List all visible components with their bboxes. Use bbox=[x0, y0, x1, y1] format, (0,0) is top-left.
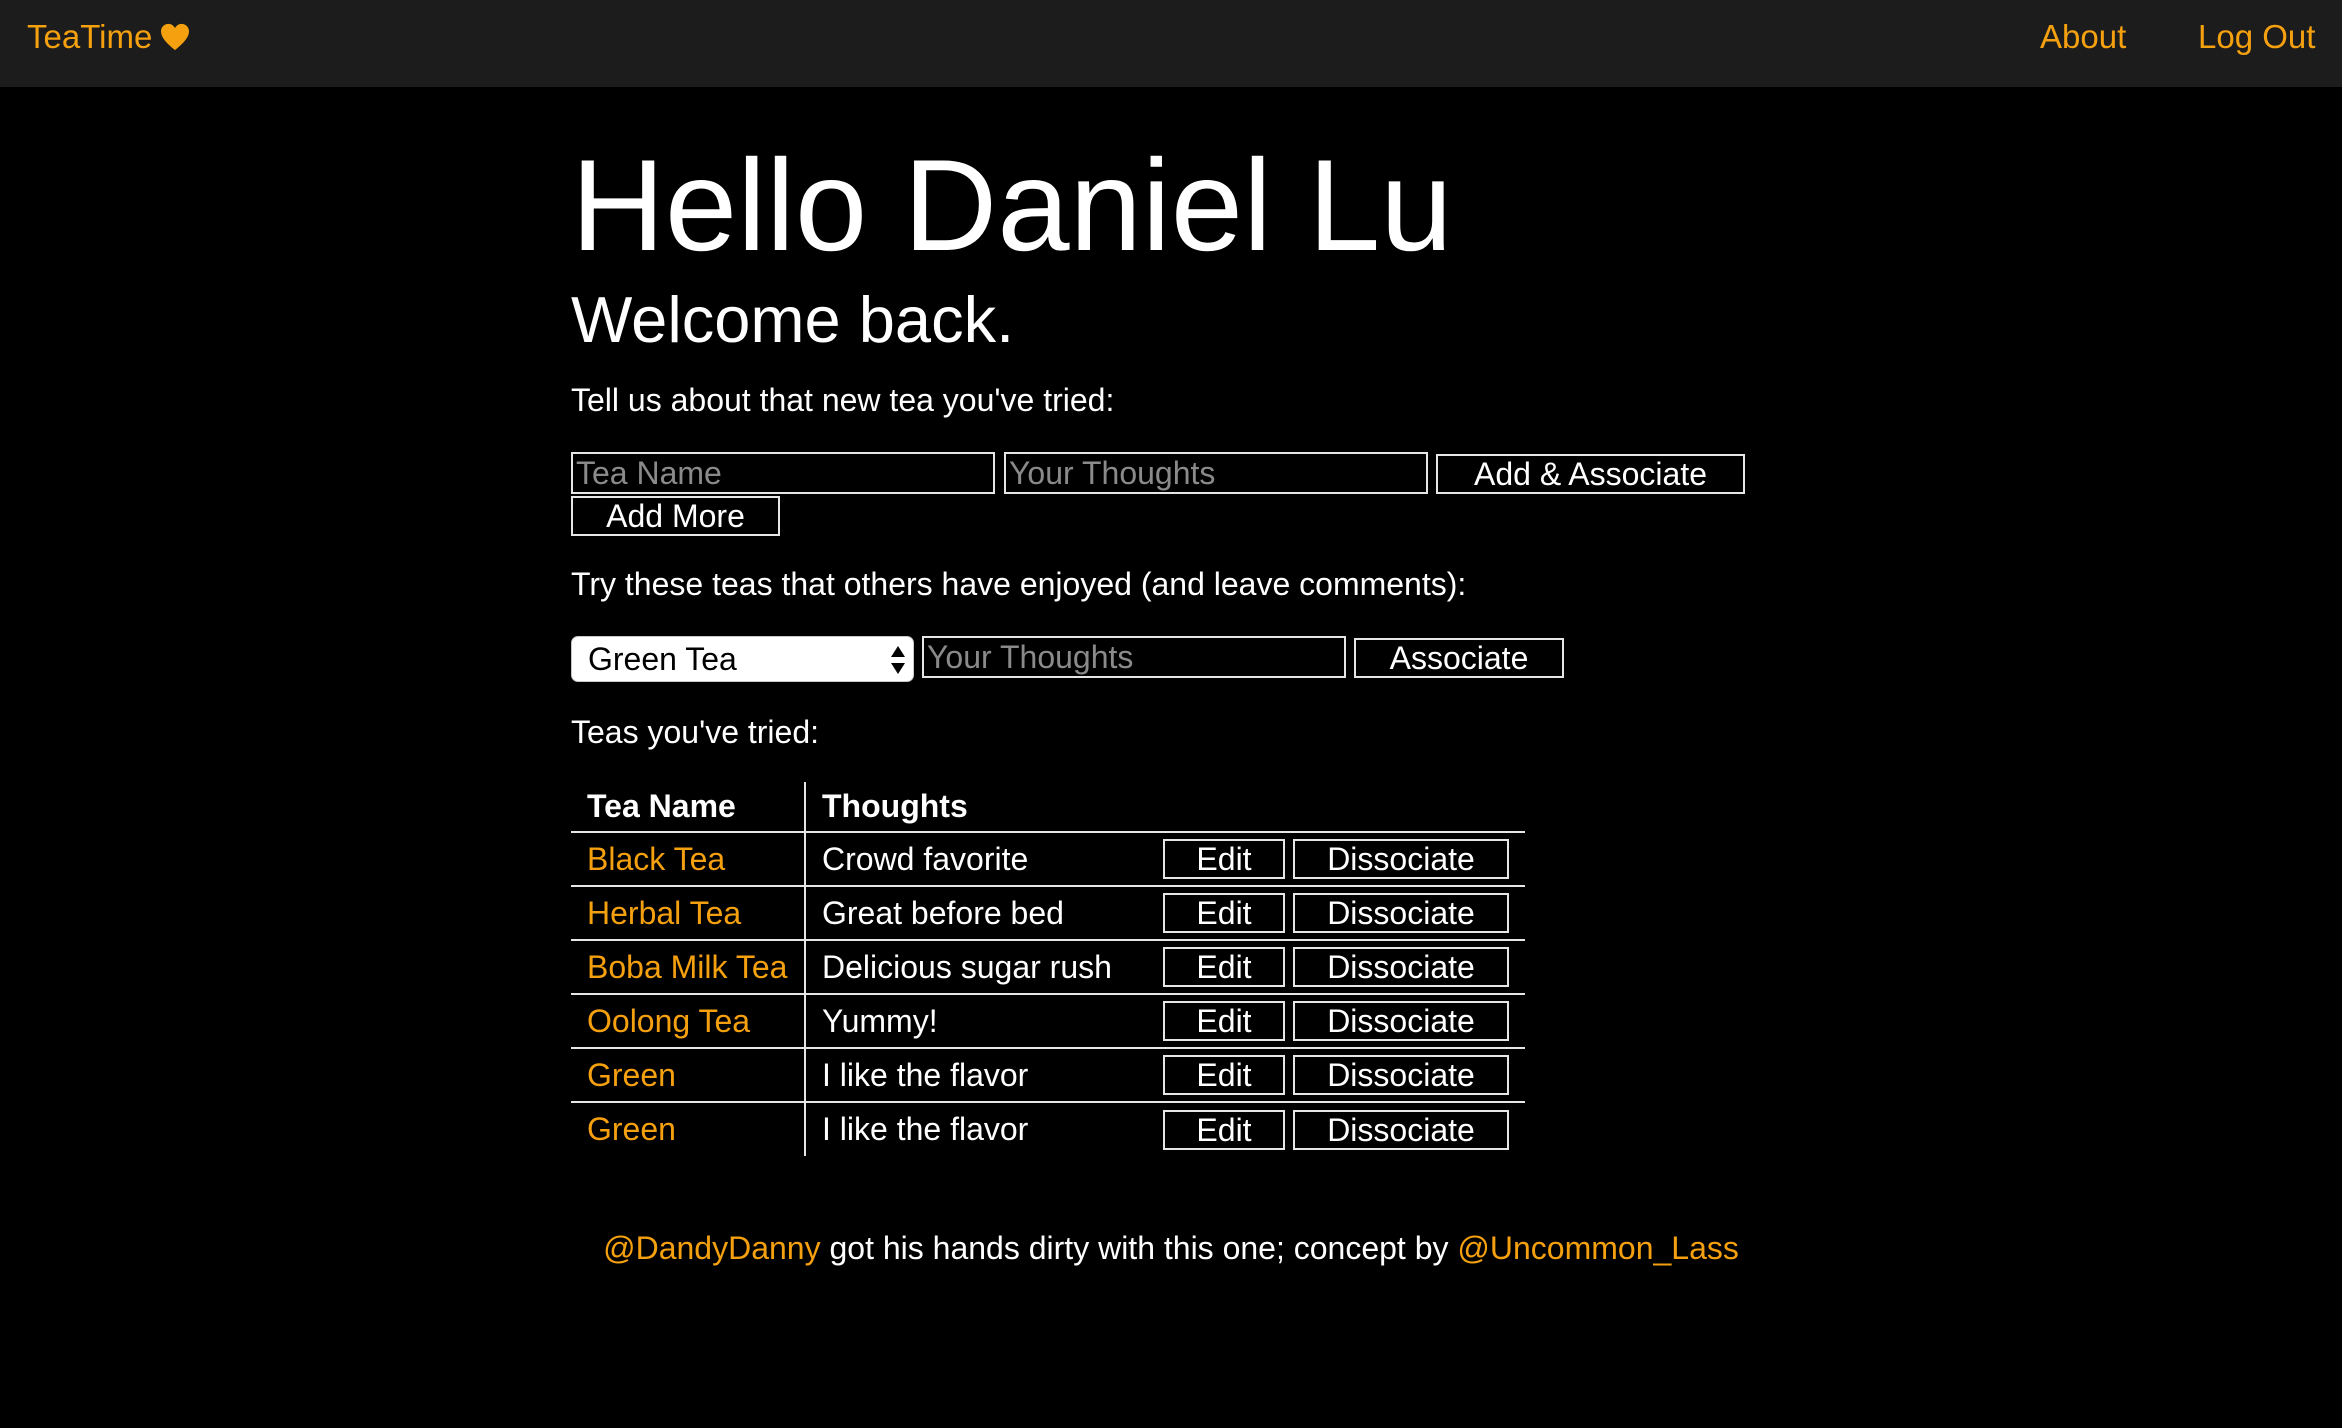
dissociate-button[interactable]: Dissociate bbox=[1293, 893, 1509, 934]
select-arrows-icon bbox=[891, 646, 905, 674]
table-row: Black Tea Crowd favorite Edit Dissociate bbox=[571, 831, 1525, 886]
tea-thoughts: I like the flavor bbox=[805, 1047, 1149, 1102]
tea-name-link[interactable]: Oolong Tea bbox=[587, 1003, 750, 1039]
associate-prompt: Try these teas that others have enjoyed … bbox=[571, 566, 1467, 602]
edit-button[interactable]: Edit bbox=[1163, 893, 1285, 934]
dissociate-button[interactable]: Dissociate bbox=[1293, 947, 1509, 988]
welcome-subtitle: Welcome back. bbox=[571, 283, 1015, 356]
table-row: Herbal Tea Great before bed Edit Dissocia… bbox=[571, 885, 1525, 940]
concept-handle-link[interactable]: @Uncommon_Lass bbox=[1457, 1230, 1738, 1266]
associate-thoughts-input[interactable] bbox=[922, 636, 1346, 678]
tea-select[interactable]: Green Tea bbox=[571, 636, 914, 682]
tried-heading: Teas you've tried: bbox=[571, 714, 820, 750]
edit-button[interactable]: Edit bbox=[1163, 1055, 1285, 1096]
add-thoughts-input[interactable] bbox=[1004, 452, 1428, 494]
nav-about-link[interactable]: About bbox=[2040, 18, 2126, 56]
add-tea-prompt: Tell us about that new tea you've tried: bbox=[571, 382, 1115, 418]
table-row: Boba Milk Tea Delicious sugar rush Edit D… bbox=[571, 939, 1525, 994]
footer: @DandyDanny got his hands dirty with thi… bbox=[0, 1230, 2342, 1267]
column-header-thoughts: Thoughts bbox=[805, 782, 1149, 833]
tea-thoughts: Delicious sugar rush bbox=[805, 939, 1149, 994]
tea-thoughts: Yummy! bbox=[805, 993, 1149, 1048]
edit-button[interactable]: Edit bbox=[1163, 839, 1285, 880]
heart-icon bbox=[161, 23, 190, 51]
tea-name-link[interactable]: Green bbox=[587, 1111, 676, 1147]
page-title: Hello Daniel Lu bbox=[571, 132, 1453, 278]
column-header-actions bbox=[1149, 782, 1525, 833]
navbar: TeaTime About Log Out bbox=[0, 0, 2342, 87]
tea-select-value: Green Tea bbox=[588, 641, 737, 677]
table-header-row: Tea Name Thoughts bbox=[571, 782, 1525, 833]
dissociate-button[interactable]: Dissociate bbox=[1293, 1001, 1509, 1042]
edit-button[interactable]: Edit bbox=[1163, 1109, 1285, 1150]
table-row: Green I like the flavor Edit Dissociate bbox=[571, 1047, 1525, 1102]
tea-name-input[interactable] bbox=[571, 452, 995, 494]
dissociate-button[interactable]: Dissociate bbox=[1293, 839, 1509, 880]
dissociate-button[interactable]: Dissociate bbox=[1293, 1109, 1509, 1150]
table-row: Oolong Tea Yummy! Edit Dissociate bbox=[571, 993, 1525, 1048]
tea-name-link[interactable]: Green bbox=[587, 1057, 676, 1093]
author-handle-link[interactable]: @DandyDanny bbox=[603, 1230, 820, 1266]
tea-thoughts: I like the flavor bbox=[805, 1101, 1149, 1156]
tea-name-link[interactable]: Herbal Tea bbox=[587, 895, 741, 931]
brand-link[interactable]: TeaTime bbox=[27, 18, 190, 56]
tried-teas-table: Tea Name Thoughts Black Tea Crowd favori… bbox=[571, 782, 1525, 1156]
associate-button[interactable]: Associate bbox=[1354, 638, 1564, 678]
table-row: Green I like the flavor Edit Dissociate bbox=[571, 1101, 1525, 1156]
tea-thoughts: Great before bed bbox=[805, 885, 1149, 940]
nav-logout-link[interactable]: Log Out bbox=[2198, 18, 2315, 56]
footer-credit-text: got his hands dirty with this one; conce… bbox=[820, 1230, 1458, 1266]
add-more-button[interactable]: Add More bbox=[571, 496, 780, 536]
brand-name: TeaTime bbox=[27, 18, 153, 55]
tea-name-link[interactable]: Black Tea bbox=[587, 841, 725, 877]
tea-thoughts: Crowd favorite bbox=[805, 831, 1149, 886]
column-header-tea-name: Tea Name bbox=[571, 782, 806, 833]
tea-name-link[interactable]: Boba Milk Tea bbox=[587, 949, 787, 985]
edit-button[interactable]: Edit bbox=[1163, 1001, 1285, 1042]
dissociate-button[interactable]: Dissociate bbox=[1293, 1055, 1509, 1096]
add-associate-button[interactable]: Add & Associate bbox=[1436, 454, 1745, 494]
edit-button[interactable]: Edit bbox=[1163, 947, 1285, 988]
